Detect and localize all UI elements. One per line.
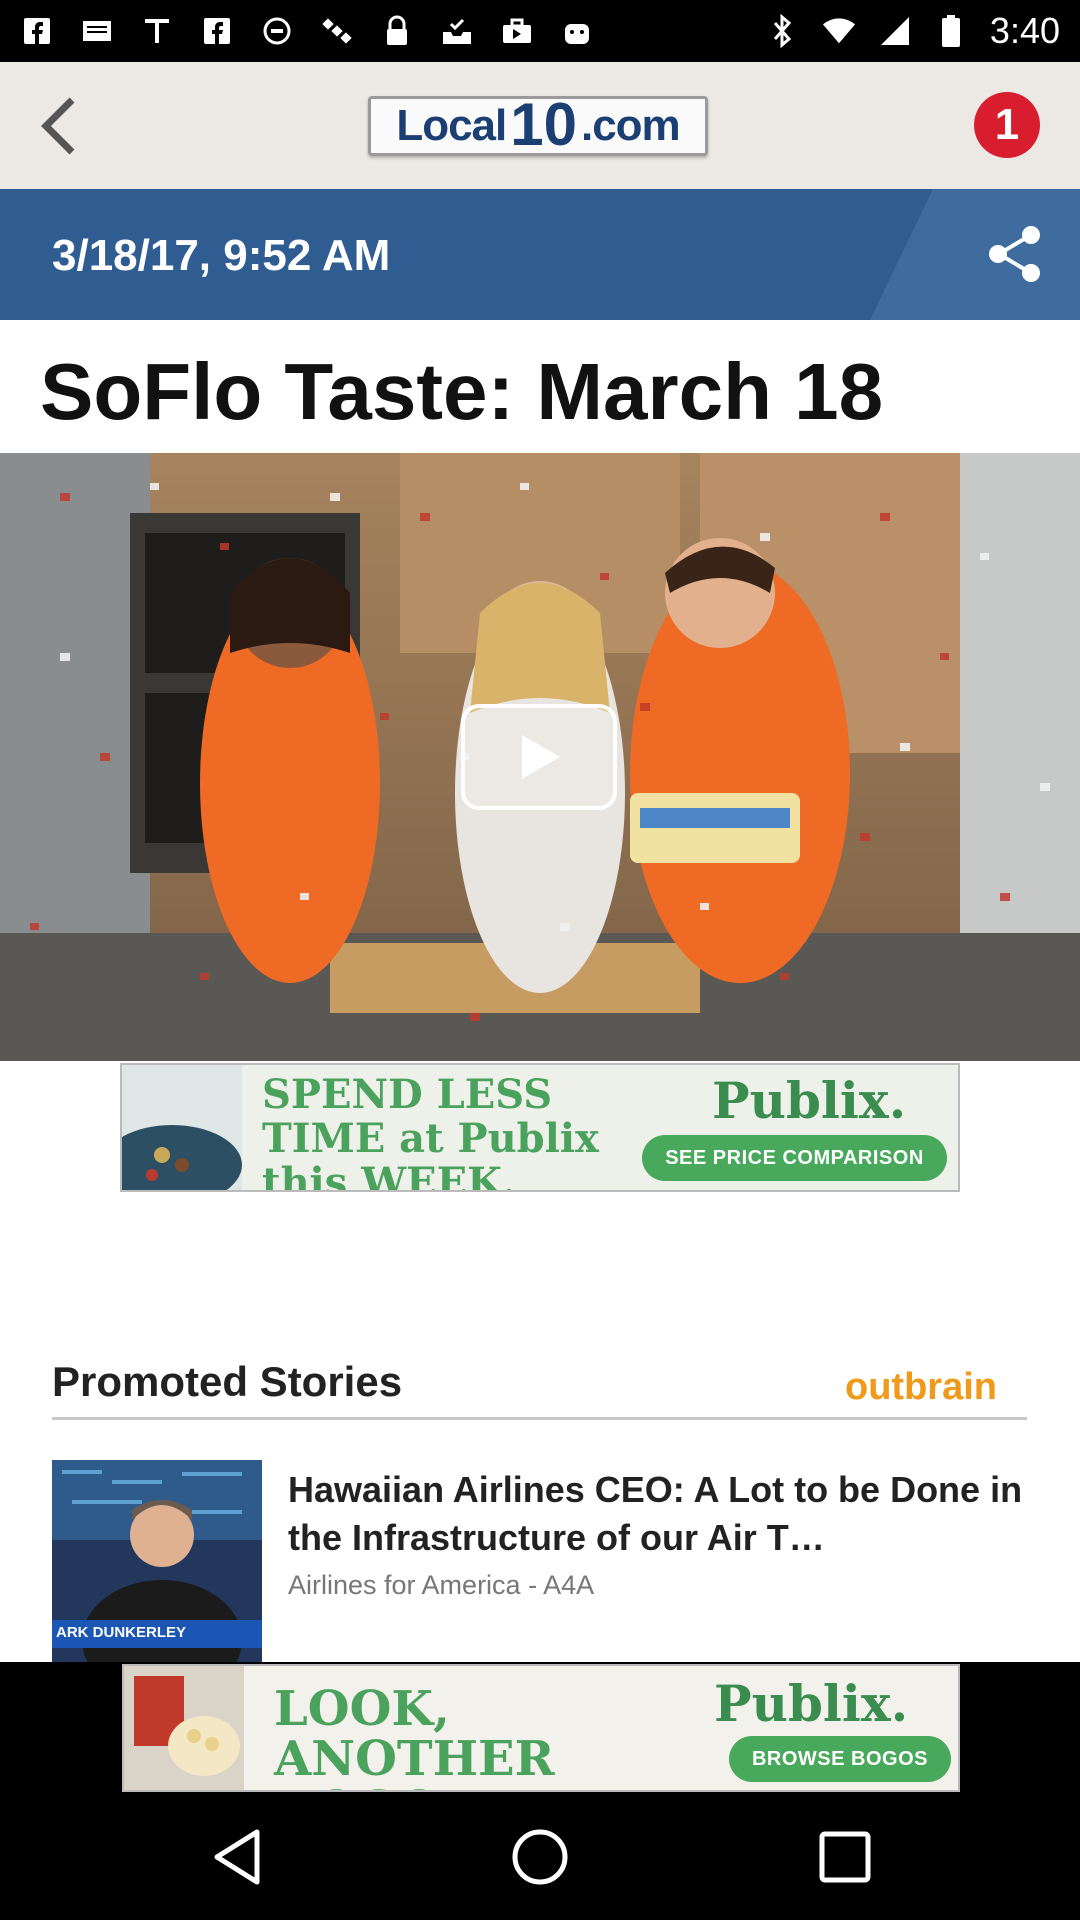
publix-ad-top[interactable]: SPEND LESS TIME at Publix this WEEK. Pub… [120,1063,960,1192]
share-icon [989,226,1040,282]
ad-cta-button[interactable]: SEE PRICE COMPARISON [642,1135,947,1181]
promoted-divider [52,1417,1027,1420]
play-button[interactable] [461,704,617,810]
ad-decor-image [124,1666,244,1790]
inbox-icon [440,14,474,48]
lock-icon [380,14,414,48]
ad-cta-button[interactable]: BROWSE BOGOS [729,1736,951,1782]
wifi-icon [822,14,856,48]
story-title[interactable]: Hawaiian Airlines CEO: A Lot to be Done … [288,1466,1033,1562]
thumb-caption: ARK DUNKERLEY [56,1624,187,1641]
facebook-icon [20,14,54,48]
chevron-left-icon [41,97,75,155]
facebook-icon [200,14,234,48]
ad-headline: LOOK, ANOTHER BOGO! [274,1681,555,1790]
notification-badge[interactable]: 1 [974,92,1040,158]
story-thumbnail[interactable]: ARK DUNKERLEY [52,1460,262,1664]
app-header: Local 10 .com 1 [0,62,1080,189]
nav-back-button[interactable] [202,1822,272,1892]
outbrain-logo[interactable]: outbrain [845,1366,997,1409]
home-circle-icon [512,1829,568,1885]
circle-icon [260,14,294,48]
story-source: Airlines for America - A4A [288,1570,595,1600]
screen: 3:40 Local 10 .com 1 3/18/17, 9:52 AM So… [0,0,1080,1920]
text-icon [140,14,174,48]
article-title: SoFlo Taste: March 18 [40,347,884,436]
back-triangle-icon [214,1829,260,1885]
article-date: 3/18/17, 9:52 AM [52,231,391,280]
status-right: 3:40 [766,10,1060,52]
logo-text-left: Local [396,101,507,150]
status-left-icons [20,14,594,48]
publix-ad-bottom[interactable]: LOOK, ANOTHER BOGO! Publix. BROWSE BOGOS [122,1664,960,1792]
recents-square-icon [819,1831,871,1883]
logo-text-right: .com [580,101,681,150]
signal-icon [878,14,912,48]
ad-brand: Publix. [712,1071,907,1130]
status-time: 3:40 [989,10,1060,51]
android-icon [560,14,594,48]
ad-decor-image [122,1065,242,1190]
back-button[interactable] [22,88,98,164]
nav-recents-button[interactable] [810,1822,880,1892]
share-button[interactable] [980,219,1050,289]
play-icon [522,735,560,779]
satellite-icon [320,14,354,48]
site-logo[interactable]: Local 10 .com [368,91,708,158]
logo-number: 10 [510,90,577,158]
nav-home-button[interactable] [505,1822,575,1892]
article-date-bar: 3/18/17, 9:52 AM [0,189,1080,320]
bluetooth-icon [766,14,800,48]
mail-icon [80,14,114,48]
promoted-stories-heading: Promoted Stories [52,1358,403,1405]
ad-headline: SPEND LESS TIME at Publix this WEEK. [262,1071,599,1192]
navigation-bar [0,1794,1080,1920]
status-bar: 3:40 [0,0,1080,62]
ad-brand: Publix. [714,1674,909,1733]
briefcase-icon [500,14,534,48]
battery-icon [934,14,968,48]
